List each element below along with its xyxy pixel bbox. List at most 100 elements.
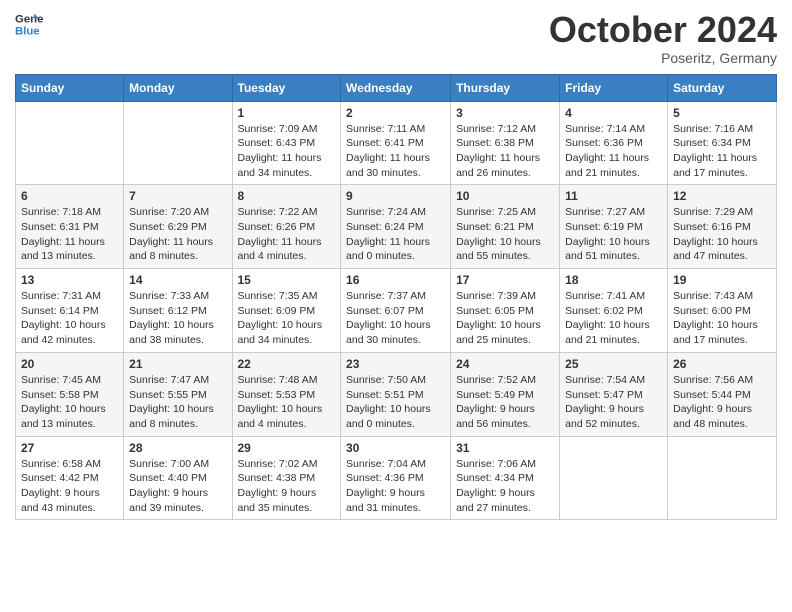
day-info: Sunrise: 7:02 AM Sunset: 4:38 PM Dayligh… <box>238 457 336 516</box>
week-row-1: 6Sunrise: 7:18 AM Sunset: 6:31 PM Daylig… <box>16 185 777 269</box>
table-row: 10 Sunrise: 7:25 AM Sunset: 6:21 PM Dayli… <box>451 185 560 269</box>
day-info: Sunrise: 7:22 AM Sunset: 6:26 PM Dayligh… <box>238 205 336 264</box>
week-row-0: 1 Sunrise: 7:09 AM Sunset: 6:43 PM Daylig… <box>16 101 777 185</box>
day-number: 16 <box>346 273 445 287</box>
day-number: 3 <box>456 106 554 120</box>
day-info: Sunrise: 7:37 AM Sunset: 6:07 PM Dayligh… <box>346 289 445 348</box>
day-info: Sunrise: 7:31 AM Sunset: 6:14 PM Dayligh… <box>21 289 118 348</box>
col-tuesday: Tuesday <box>232 74 341 101</box>
day-number: 22 <box>238 357 336 371</box>
col-monday: Monday <box>124 74 232 101</box>
day-info: Sunrise: 7:50 AM Sunset: 5:51 PM Dayligh… <box>346 373 445 432</box>
table-row: 18Sunrise: 7:41 AM Sunset: 6:02 PM Dayli… <box>560 269 668 353</box>
table-row <box>560 436 668 520</box>
day-info: Sunrise: 7:24 AM Sunset: 6:24 PM Dayligh… <box>346 205 445 264</box>
table-row: 6Sunrise: 7:18 AM Sunset: 6:31 PM Daylig… <box>16 185 124 269</box>
day-number: 21 <box>129 357 226 371</box>
day-number: 10 <box>456 189 554 203</box>
svg-text:Blue: Blue <box>15 26 40 38</box>
day-info: Sunrise: 7:16 AM Sunset: 6:34 PM Dayligh… <box>673 122 771 181</box>
table-row: 31Sunrise: 7:06 AM Sunset: 4:34 PM Dayli… <box>451 436 560 520</box>
day-info: Sunrise: 7:09 AM Sunset: 6:43 PM Dayligh… <box>238 122 336 181</box>
day-number: 12 <box>673 189 771 203</box>
day-number: 20 <box>21 357 118 371</box>
table-row: 1 Sunrise: 7:09 AM Sunset: 6:43 PM Daylig… <box>232 101 341 185</box>
table-row: 9Sunrise: 7:24 AM Sunset: 6:24 PM Daylig… <box>341 185 451 269</box>
location-subtitle: Poseritz, Germany <box>549 50 777 66</box>
logo-icon: General Blue <box>15 10 43 38</box>
table-row: 27Sunrise: 6:58 AM Sunset: 4:42 PM Dayli… <box>16 436 124 520</box>
table-row: 26 Sunrise: 7:56 AM Sunset: 5:44 PM Dayli… <box>668 352 777 436</box>
day-number: 1 <box>238 106 336 120</box>
table-row <box>124 101 232 185</box>
day-number: 31 <box>456 441 554 455</box>
day-number: 5 <box>673 106 771 120</box>
day-number: 19 <box>673 273 771 287</box>
day-info: Sunrise: 7:29 AM Sunset: 6:16 PM Dayligh… <box>673 205 771 264</box>
day-number: 29 <box>238 441 336 455</box>
table-row: 12 Sunrise: 7:29 AM Sunset: 6:16 PM Dayli… <box>668 185 777 269</box>
table-row: 3 Sunrise: 7:12 AM Sunset: 6:38 PM Daylig… <box>451 101 560 185</box>
day-number: 23 <box>346 357 445 371</box>
day-number: 25 <box>565 357 662 371</box>
day-info: Sunrise: 7:43 AM Sunset: 6:00 PM Dayligh… <box>673 289 771 348</box>
day-number: 11 <box>565 189 662 203</box>
day-info: Sunrise: 7:54 AM Sunset: 5:47 PM Dayligh… <box>565 373 662 432</box>
title-area: October 2024 Poseritz, Germany <box>549 10 777 66</box>
col-wednesday: Wednesday <box>341 74 451 101</box>
table-row <box>16 101 124 185</box>
day-number: 15 <box>238 273 336 287</box>
day-info: Sunrise: 7:41 AM Sunset: 6:02 PM Dayligh… <box>565 289 662 348</box>
table-row: 8 Sunrise: 7:22 AM Sunset: 6:26 PM Daylig… <box>232 185 341 269</box>
table-row: 20 Sunrise: 7:45 AM Sunset: 5:58 PM Dayli… <box>16 352 124 436</box>
day-number: 6 <box>21 189 118 203</box>
day-number: 28 <box>129 441 226 455</box>
col-sunday: Sunday <box>16 74 124 101</box>
page: General Blue October 2024 Poseritz, Germ… <box>0 0 792 612</box>
table-row: 25 Sunrise: 7:54 AM Sunset: 5:47 PM Dayli… <box>560 352 668 436</box>
table-row: 16 Sunrise: 7:37 AM Sunset: 6:07 PM Dayli… <box>341 269 451 353</box>
table-row: 23 Sunrise: 7:50 AM Sunset: 5:51 PM Dayli… <box>341 352 451 436</box>
day-info: Sunrise: 7:11 AM Sunset: 6:41 PM Dayligh… <box>346 122 445 181</box>
table-row: 30Sunrise: 7:04 AM Sunset: 4:36 PM Dayli… <box>341 436 451 520</box>
day-number: 26 <box>673 357 771 371</box>
table-row: 2 Sunrise: 7:11 AM Sunset: 6:41 PM Daylig… <box>341 101 451 185</box>
calendar-table: Sunday Monday Tuesday Wednesday Thursday… <box>15 74 777 521</box>
svg-text:General: General <box>15 13 43 25</box>
col-friday: Friday <box>560 74 668 101</box>
week-row-4: 27Sunrise: 6:58 AM Sunset: 4:42 PM Dayli… <box>16 436 777 520</box>
table-row: 22 Sunrise: 7:48 AM Sunset: 5:53 PM Dayli… <box>232 352 341 436</box>
week-row-3: 20 Sunrise: 7:45 AM Sunset: 5:58 PM Dayli… <box>16 352 777 436</box>
day-number: 17 <box>456 273 554 287</box>
day-number: 24 <box>456 357 554 371</box>
table-row: 19 Sunrise: 7:43 AM Sunset: 6:00 PM Dayli… <box>668 269 777 353</box>
day-number: 4 <box>565 106 662 120</box>
day-info: Sunrise: 7:48 AM Sunset: 5:53 PM Dayligh… <box>238 373 336 432</box>
day-info: Sunrise: 7:47 AM Sunset: 5:55 PM Dayligh… <box>129 373 226 432</box>
table-row: 17Sunrise: 7:39 AM Sunset: 6:05 PM Dayli… <box>451 269 560 353</box>
day-number: 7 <box>129 189 226 203</box>
col-saturday: Saturday <box>668 74 777 101</box>
logo: General Blue <box>15 10 43 38</box>
header: General Blue October 2024 Poseritz, Germ… <box>15 10 777 66</box>
table-row: 4 Sunrise: 7:14 AM Sunset: 6:36 PM Daylig… <box>560 101 668 185</box>
day-number: 14 <box>129 273 226 287</box>
table-row: 13Sunrise: 7:31 AM Sunset: 6:14 PM Dayli… <box>16 269 124 353</box>
week-row-2: 13Sunrise: 7:31 AM Sunset: 6:14 PM Dayli… <box>16 269 777 353</box>
day-info: Sunrise: 7:20 AM Sunset: 6:29 PM Dayligh… <box>129 205 226 264</box>
table-row: 15 Sunrise: 7:35 AM Sunset: 6:09 PM Dayli… <box>232 269 341 353</box>
day-info: Sunrise: 7:56 AM Sunset: 5:44 PM Dayligh… <box>673 373 771 432</box>
day-number: 8 <box>238 189 336 203</box>
day-info: Sunrise: 7:45 AM Sunset: 5:58 PM Dayligh… <box>21 373 118 432</box>
day-info: Sunrise: 7:35 AM Sunset: 6:09 PM Dayligh… <box>238 289 336 348</box>
table-row: 7 Sunrise: 7:20 AM Sunset: 6:29 PM Daylig… <box>124 185 232 269</box>
table-row: 14Sunrise: 7:33 AM Sunset: 6:12 PM Dayli… <box>124 269 232 353</box>
day-number: 27 <box>21 441 118 455</box>
day-number: 2 <box>346 106 445 120</box>
day-info: Sunrise: 7:14 AM Sunset: 6:36 PM Dayligh… <box>565 122 662 181</box>
table-row: 21 Sunrise: 7:47 AM Sunset: 5:55 PM Dayli… <box>124 352 232 436</box>
day-info: Sunrise: 7:25 AM Sunset: 6:21 PM Dayligh… <box>456 205 554 264</box>
day-info: Sunrise: 7:00 AM Sunset: 4:40 PM Dayligh… <box>129 457 226 516</box>
day-info: Sunrise: 7:12 AM Sunset: 6:38 PM Dayligh… <box>456 122 554 181</box>
table-row: 29 Sunrise: 7:02 AM Sunset: 4:38 PM Dayli… <box>232 436 341 520</box>
